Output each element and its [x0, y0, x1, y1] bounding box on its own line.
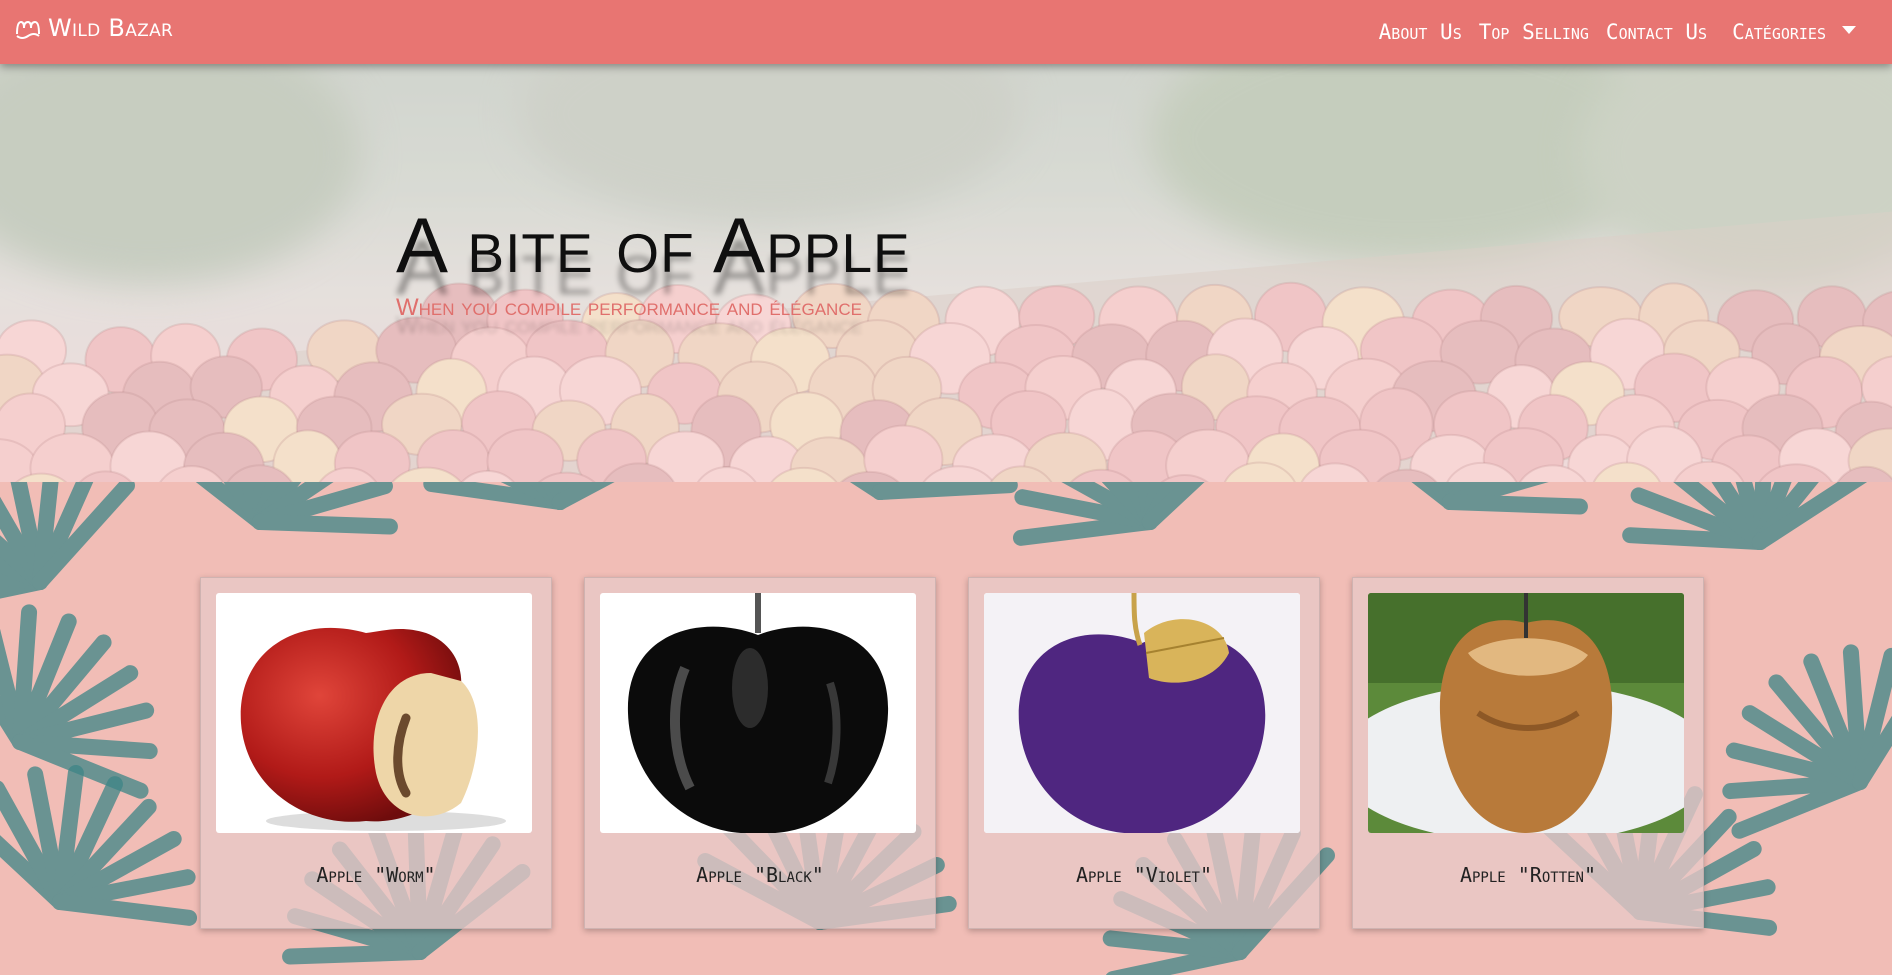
- hero-subtitle: When you compile performance and éléganc…: [396, 294, 862, 321]
- categories-dropdown-label: Catégories: [1732, 20, 1826, 44]
- top-navbar: Wild Bazar About Us Top Selling Contact …: [0, 0, 1892, 64]
- products-section: Apple "Worm" Apple "Black" Apple "Violet: [0, 482, 1892, 975]
- nav-links: About Us Top Selling Contact Us Catégori…: [1379, 0, 1892, 64]
- product-label-worm: Apple "Worm": [316, 863, 436, 887]
- product-image-violet-apple: [984, 593, 1300, 833]
- brand-link[interactable]: Wild Bazar: [14, 14, 173, 42]
- brand-name: Wild Bazar: [48, 14, 174, 42]
- nav-link-contact-us[interactable]: Contact Us: [1606, 20, 1707, 44]
- product-card-worm[interactable]: Apple "Worm": [200, 577, 552, 929]
- nav-link-top-selling[interactable]: Top Selling: [1479, 20, 1589, 44]
- nav-link-about-us[interactable]: About Us: [1379, 20, 1462, 44]
- product-card-black[interactable]: Apple "Black": [584, 577, 936, 929]
- caret-down-icon: [1842, 26, 1856, 34]
- product-image-rotten-apple: [1368, 593, 1684, 833]
- product-label-violet: Apple "Violet": [1075, 863, 1213, 887]
- product-card-violet[interactable]: Apple "Violet": [968, 577, 1320, 929]
- product-image-black-apple: [600, 593, 916, 833]
- product-card-rotten[interactable]: Apple "Rotten": [1352, 577, 1704, 929]
- wave-logo-icon: [16, 20, 40, 39]
- categories-dropdown[interactable]: Catégories: [1732, 20, 1856, 44]
- product-image-worm-apple: [216, 593, 532, 833]
- hero-title: A bite of Apple: [396, 201, 911, 289]
- product-label-rotten: Apple "Rotten": [1459, 863, 1597, 887]
- product-label-black: Apple "Black": [696, 863, 824, 887]
- hero-banner: A bite of Apple When you compile perform…: [0, 64, 1892, 482]
